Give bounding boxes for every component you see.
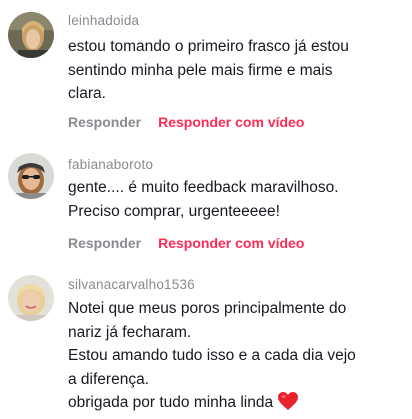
comment-text-content: Notei que meus poros principalmente do n… [68,300,356,411]
comment-username[interactable]: fabianaboroto [68,157,153,172]
comment-actions: Responder Responder com vídeo [68,114,304,130]
heart-emoji-icon [277,391,299,419]
reply-button[interactable]: Responder [68,114,141,130]
reply-with-video-button[interactable]: Responder com vídeo [158,114,304,130]
avatar[interactable] [8,275,54,321]
comment-username[interactable]: leinhadoida [68,13,139,28]
avatar[interactable] [8,12,54,58]
comment-username[interactable]: silvanacarvalho1536 [68,277,195,292]
reply-with-video-button[interactable]: Responder com vídeo [158,235,304,251]
comment-text: Notei que meus poros principalmente do n… [68,297,408,419]
comment-text: estou tomando o primeiro frasco já estou… [68,38,349,102]
avatar[interactable] [8,153,54,199]
comment-text: gente.... é muito feedback maravilhoso. … [68,179,339,220]
reply-button[interactable]: Responder [68,235,141,251]
comment-actions: Responder Responder com vídeo [68,235,304,251]
